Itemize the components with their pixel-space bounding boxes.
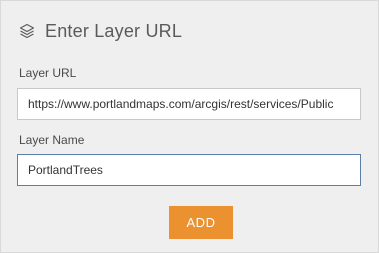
layers-icon xyxy=(19,23,35,39)
layer-url-label: Layer URL xyxy=(19,66,77,80)
panel-title: Enter Layer URL xyxy=(45,20,183,41)
enter-layer-url-panel: Enter Layer URL Layer URL Layer Name ADD xyxy=(0,0,379,253)
layer-name-input[interactable] xyxy=(17,154,361,186)
panel-header: Enter Layer URL xyxy=(19,19,182,43)
layer-url-input[interactable] xyxy=(17,88,361,120)
layer-name-label: Layer Name xyxy=(19,133,85,147)
add-button[interactable]: ADD xyxy=(169,206,233,239)
